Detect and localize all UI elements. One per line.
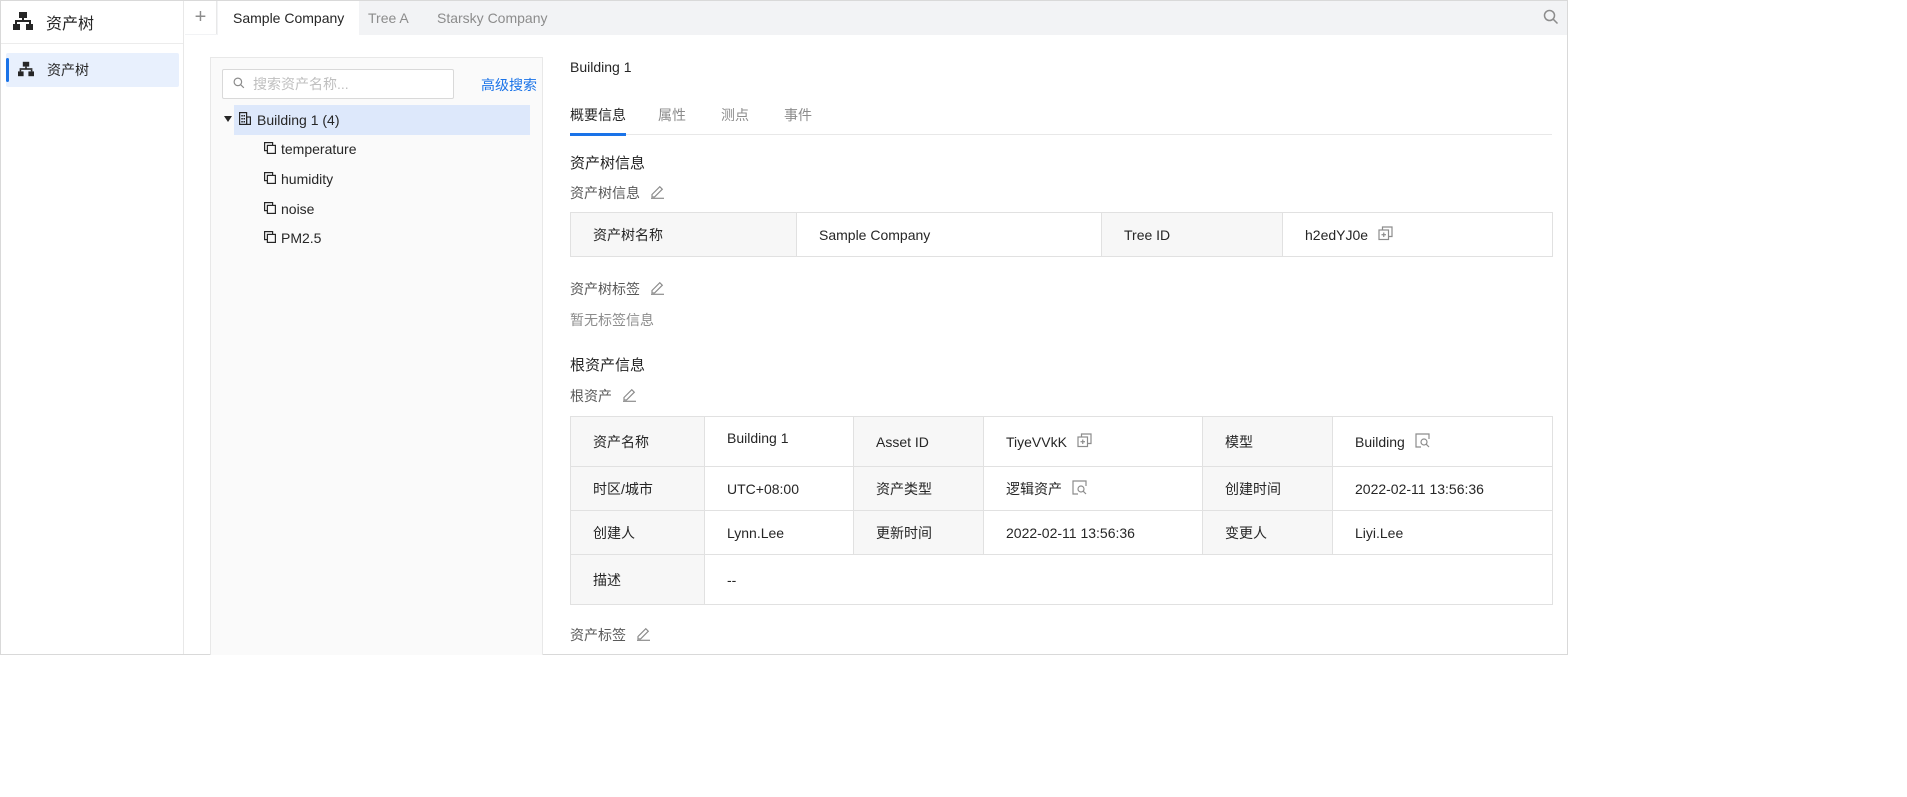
tab-measurement-points[interactable]: 测点: [721, 105, 749, 135]
empty-tags-text: 暂无标签信息: [570, 312, 654, 328]
cell-key: 创建时间: [1202, 466, 1333, 511]
tree-node-label: noise: [281, 201, 315, 217]
cell-value: 逻辑资产: [983, 466, 1203, 511]
add-tab-button[interactable]: +: [185, 1, 217, 34]
brand-title: 资产树: [46, 16, 95, 33]
cell-key: 描述: [570, 554, 705, 605]
asset-tree-panel: 高级搜索 Building 1 (4) temperature humidity…: [210, 57, 543, 655]
subsection-label: 根资产: [570, 388, 612, 404]
table-row: 描述 --: [570, 554, 1553, 605]
edit-icon[interactable]: [622, 387, 637, 405]
tree-node-pm25[interactable]: PM2.5: [264, 226, 321, 250]
detail-tabs: 概要信息 属性 测点 事件: [570, 97, 1552, 136]
asset-tree-icon: [13, 11, 33, 34]
cell-value: Liyi.Lee: [1332, 510, 1553, 555]
cell-key: 资产树名称: [570, 212, 797, 257]
tree-node-building-1[interactable]: Building 1 (4): [234, 105, 530, 135]
cell-key: Asset ID: [853, 416, 984, 467]
cell-value: Building: [1332, 416, 1553, 467]
tab-sample-company[interactable]: Sample Company: [218, 1, 360, 35]
asset-tree-icon: [18, 61, 34, 80]
table-row: 资产名称 Building 1 Asset ID TiyeVVkK 模型 Bui…: [570, 416, 1553, 467]
tree-node-label: temperature: [281, 141, 357, 157]
cell-value: h2edYJ0e: [1282, 212, 1553, 257]
tree-info-table: 资产树名称 Sample Company Tree ID h2edYJ0e: [570, 212, 1553, 257]
copy-icon[interactable]: [1067, 432, 1092, 451]
cell-key: 更新时间: [853, 510, 984, 555]
asset-search-box[interactable]: [222, 69, 454, 99]
cell-value: --: [704, 554, 1553, 605]
edit-icon[interactable]: [636, 626, 651, 644]
brand: 资产树: [1, 1, 183, 44]
building-icon: [239, 112, 251, 128]
subsection-label: 资产标签: [570, 627, 626, 643]
asset-type-value: 逻辑资产: [1006, 480, 1062, 497]
cell-key: 变更人: [1202, 510, 1333, 555]
model-value: Building: [1355, 433, 1405, 450]
tree-node-temperature[interactable]: temperature: [264, 137, 356, 161]
table-row: 资产树名称 Sample Company Tree ID h2edYJ0e: [570, 212, 1553, 257]
tree-id-value: h2edYJ0e: [1305, 226, 1369, 243]
sidebar-item-asset-tree[interactable]: 资产树: [6, 53, 179, 87]
copy-icon[interactable]: [1368, 225, 1393, 244]
cell-key: 资产类型: [853, 466, 984, 511]
advanced-search-link[interactable]: 高级搜索: [481, 75, 537, 95]
measurement-point-icon: [264, 201, 277, 217]
caret-down-icon[interactable]: [224, 116, 232, 122]
cell-key: 时区/城市: [570, 466, 705, 511]
view-detail-icon[interactable]: [1405, 432, 1430, 451]
tab-events[interactable]: 事件: [784, 105, 812, 135]
section-title-root-asset: 根资产信息: [570, 357, 646, 374]
tree-node-label: humidity: [281, 171, 334, 187]
tab-overview[interactable]: 概要信息: [570, 105, 626, 136]
subsection-label: 资产树标签: [570, 281, 640, 297]
subsection-tree-tags: 资产树标签: [570, 279, 665, 299]
edit-icon[interactable]: [650, 280, 665, 298]
tab-starsky-company[interactable]: Starsky Company: [437, 1, 547, 35]
cell-value: Sample Company: [796, 212, 1102, 257]
cell-key: Tree ID: [1101, 212, 1283, 257]
cell-value: 2022-02-11 13:56:36: [1332, 466, 1553, 511]
table-row: 创建人 Lynn.Lee 更新时间 2022-02-11 13:56:36 变更…: [570, 510, 1553, 555]
breadcrumb: Building 1: [570, 59, 632, 75]
cell-key: 创建人: [570, 510, 705, 555]
cell-key: 资产名称: [570, 416, 705, 467]
tab-tree-a[interactable]: Tree A: [368, 1, 409, 35]
subsection-label: 资产树信息: [570, 185, 640, 201]
cell-value: 2022-02-11 13:56:36: [983, 510, 1203, 555]
asset-id-value: TiyeVVkK: [1006, 433, 1067, 450]
cell-value: UTC+08:00: [704, 466, 854, 511]
measurement-point-icon: [264, 230, 277, 246]
tree-node-label: PM2.5: [281, 230, 322, 246]
section-title-tree-info: 资产树信息: [570, 155, 646, 172]
top-tab-bar: + Sample Company Tree A Starsky Company: [185, 1, 1567, 35]
root-asset-table: 资产名称 Building 1 Asset ID TiyeVVkK 模型 Bui…: [570, 416, 1553, 605]
cell-value: Building 1: [704, 416, 854, 467]
tree-node-label: Building 1 (4): [257, 112, 340, 128]
measurement-point-icon: [264, 141, 277, 157]
measurement-point-icon: [264, 171, 277, 187]
search-icon: [233, 76, 245, 92]
table-row: 时区/城市 UTC+08:00 资产类型 逻辑资产 创建时间 2022-02-1…: [570, 466, 1553, 511]
subsection-tree-info: 资产树信息: [570, 183, 665, 203]
sidebar-item-label: 资产树: [47, 62, 89, 78]
left-nav: 资产树 资产树: [1, 1, 184, 654]
search-icon[interactable]: [1543, 9, 1559, 28]
subsection-asset-tags: 资产标签: [570, 625, 651, 645]
subsection-root-asset: 根资产: [570, 386, 637, 406]
tree-node-noise[interactable]: noise: [264, 197, 314, 221]
tab-attributes[interactable]: 属性: [658, 105, 686, 135]
cell-value: TiyeVVkK: [983, 416, 1203, 467]
view-detail-icon[interactable]: [1062, 479, 1087, 498]
asset-search-input[interactable]: [253, 76, 443, 92]
tree-node-humidity[interactable]: humidity: [264, 167, 333, 191]
cell-key: 模型: [1202, 416, 1333, 467]
edit-icon[interactable]: [650, 184, 665, 202]
cell-value: Lynn.Lee: [704, 510, 854, 555]
